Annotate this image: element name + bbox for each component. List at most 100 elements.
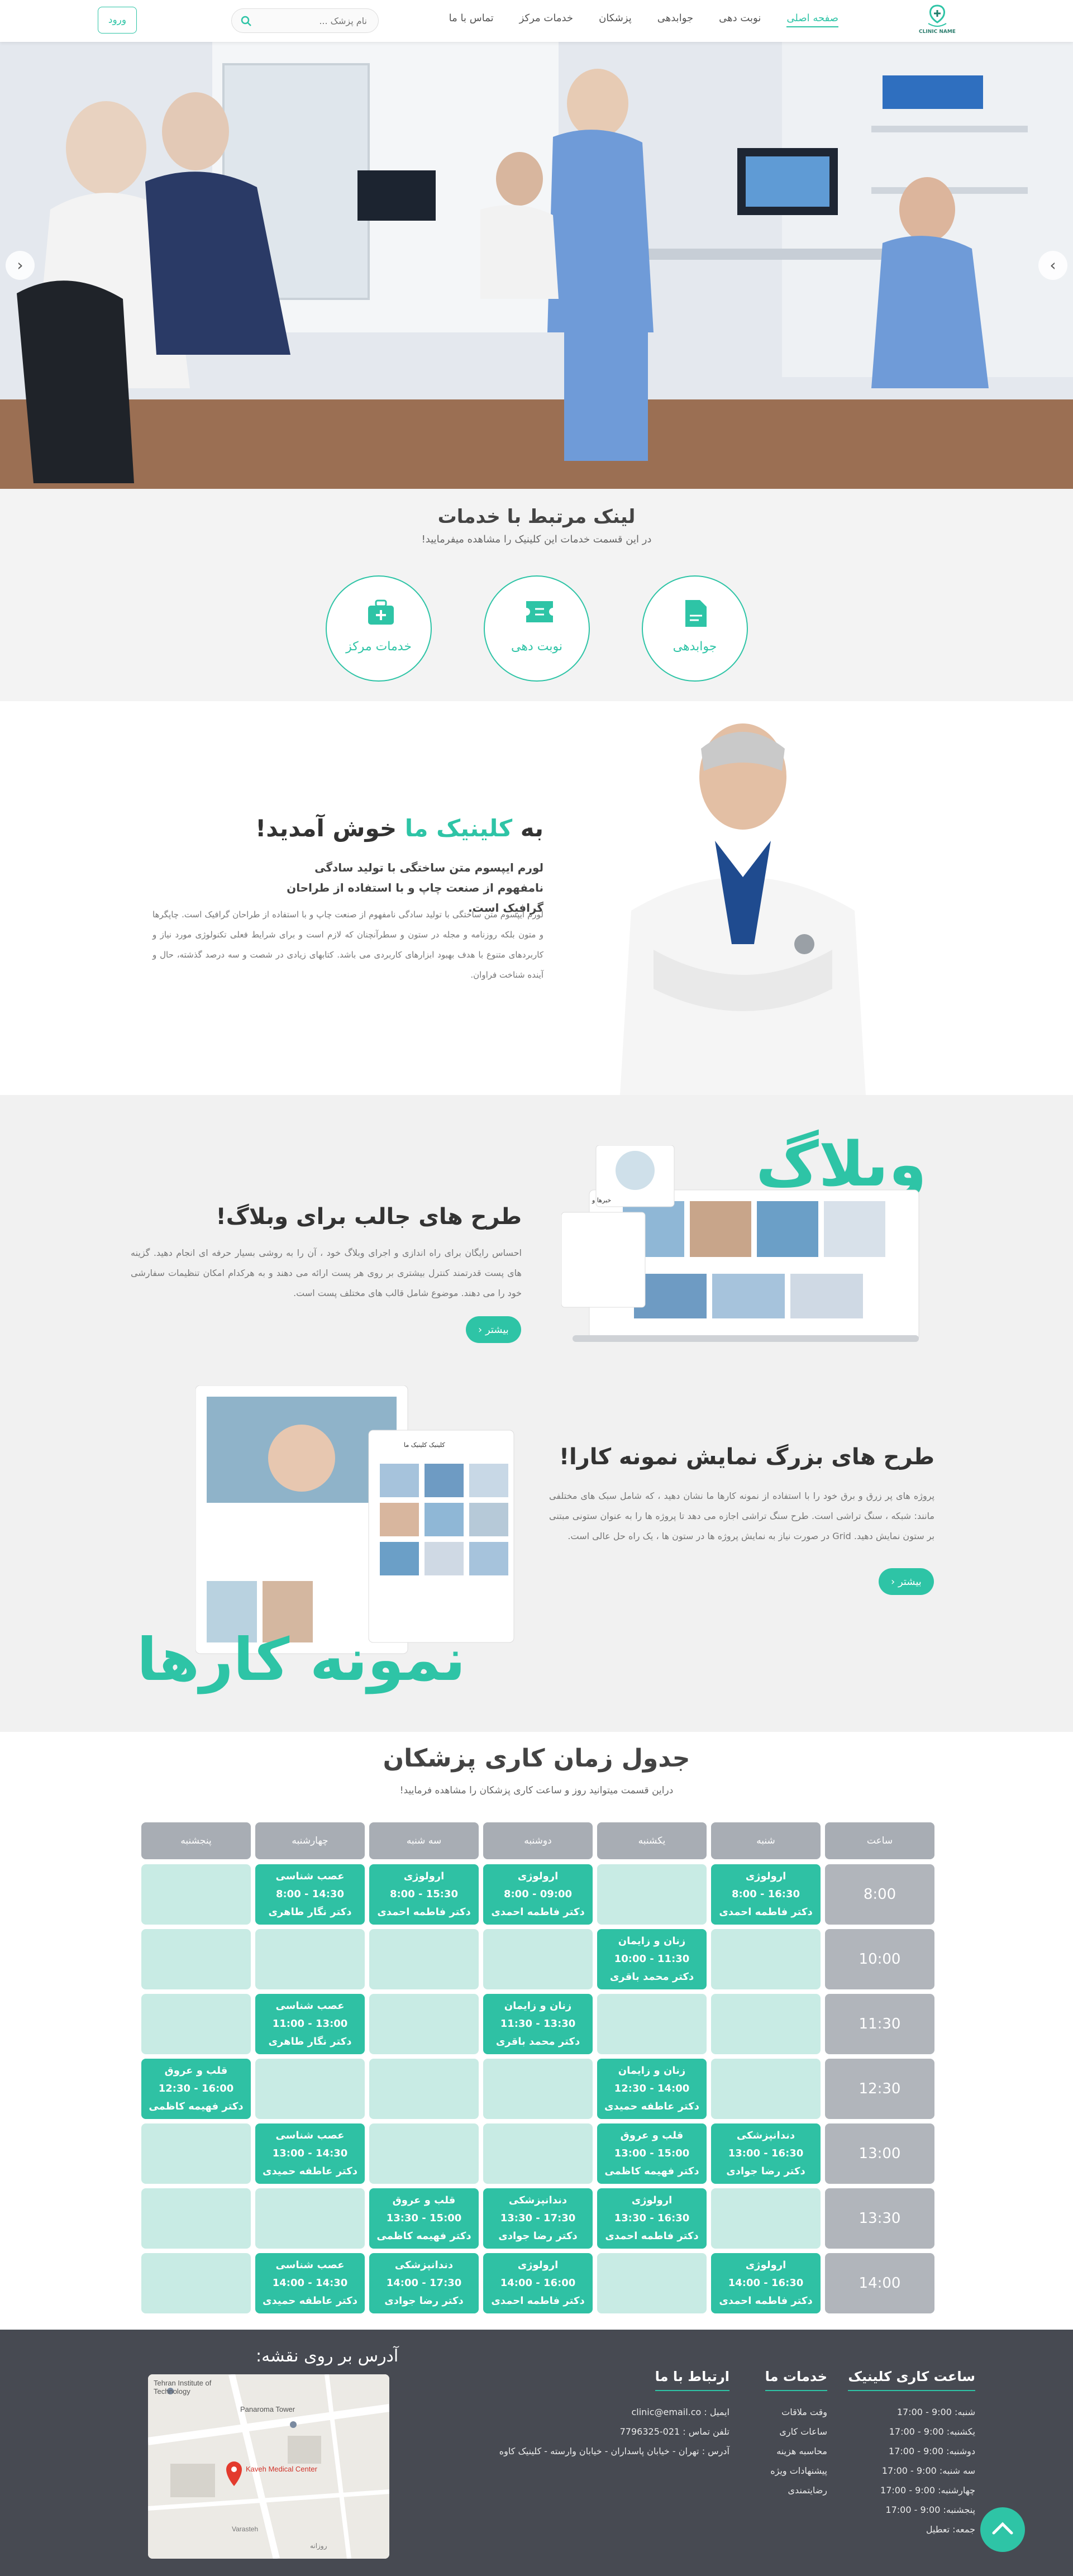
schedule-slot[interactable]: ارولوژی 09:00 - 8:00 دکتر فاطمه احمدی (483, 1864, 593, 1925)
schedule-empty-slot (711, 2059, 821, 2119)
schedule-slot[interactable]: ارولوژی 15:30 - 8:00 دکتر فاطمه احمدی (369, 1864, 479, 1925)
schedule-time-cell: 11:30 (825, 1994, 934, 2054)
portfolio-mock-header: کلینیک کلینیک ما (404, 1441, 445, 1449)
slot-doctor: دکتر فاطمه احمدی (719, 1906, 813, 1918)
nav-appointment[interactable]: نوبت دهی (719, 12, 761, 27)
ticket-icon (526, 601, 553, 622)
schedule-slot[interactable]: قلب و عروق 15:00 - 13:30 دکتر فهیمه کاظمی (369, 2188, 479, 2249)
slot-doctor: دکتر فاطمه احمدی (719, 2295, 813, 2307)
map-label-tower: Panaroma Tower (240, 2405, 295, 2413)
blog-desc: احساس رایگان برای راه اندازی و اجرای وبل… (131, 1247, 522, 1298)
slot-time: 15:00 - 13:00 (614, 2148, 690, 2159)
nav-contact[interactable]: تماس با ما (449, 12, 494, 27)
schedule-empty-slot (255, 2059, 365, 2119)
slot-doctor: دکتر نگار طاهری (268, 2036, 352, 2048)
service-results-card[interactable]: جوابدهی (642, 575, 748, 682)
scroll-to-top-button[interactable] (980, 2507, 1025, 2552)
search-icon[interactable] (241, 16, 252, 27)
slot-time: 14:30 - 14:00 (272, 2277, 348, 2289)
footer-hours-item: جمعه: تعطیل (926, 2524, 975, 2535)
service-appointment-card[interactable]: نوبت دهی (484, 575, 590, 682)
footer-service-link[interactable]: محاسبه هزینه (765, 2441, 827, 2461)
nav-home[interactable]: صفحه اصلی (786, 12, 838, 27)
slot-spec: ارولوژی (517, 1870, 559, 1882)
slot-time: 16:00 - 14:00 (500, 2277, 576, 2289)
nav-doctors[interactable]: پزشکان (599, 12, 632, 27)
footer-address: آدرس : تهران - خیابان پاسداران - خیابان … (499, 2446, 729, 2456)
schedule-slot[interactable]: ارولوژی 16:30 - 13:30 دکتر فاطمه احمدی (597, 2188, 707, 2249)
portfolio-more-button[interactable]: بیشتر ‹ (879, 1568, 934, 1595)
schedule-empty-slot (711, 1994, 821, 2054)
schedule-slot[interactable]: عصب شناسی 13:00 - 11:00 دکتر نگار طاهری (255, 1994, 365, 2054)
header-thursday: پنجشنبه (141, 1822, 251, 1859)
schedule-slot[interactable]: ارولوژی 16:30 - 8:00 دکتر فاطمه احمدی (711, 1864, 821, 1925)
schedule-slot[interactable]: دندانپزشکی 17:30 - 13:30 دکتر رضا جوادی (483, 2188, 593, 2249)
schedule-slot[interactable]: قلب و عروق 16:00 - 12:30 دکتر فهیمه کاظمی (141, 2059, 251, 2119)
schedule-row: 13:30 ارولوژی 16:30 - 13:30 دکتر فاطمه احمد… (137, 2188, 934, 2249)
schedule-slot[interactable]: دندانپزشکی 16:30 - 13:00 دکتر رضا جوادی (711, 2123, 821, 2184)
schedule-slot[interactable]: زنان و زایمان 13:30 - 11:30 دکتر محمد باقر… (483, 1994, 593, 2054)
blog-title: طرح های جالب برای وبلاگ! (216, 1204, 522, 1230)
schedule-empty-slot (141, 1929, 251, 1989)
slot-doctor: دکتر عاطفه حمیدی (604, 2101, 699, 2112)
login-button[interactable]: ورود (98, 7, 137, 34)
schedule-empty-slot (141, 2253, 251, 2313)
header-wednesday: چهارشنبه (255, 1822, 365, 1859)
portfolio-desc: پروژه های پر زرق و برق خود را با استفاده… (549, 1491, 934, 1541)
slot-spec: دندانپزشکی (508, 2194, 568, 2206)
footer-service-link[interactable]: وقت ملاقات (765, 2402, 827, 2422)
features-section: وبلاگ خبرها و طرح های جالب برای وبلاگ! ا… (0, 1095, 1073, 1732)
slider-next-button[interactable]: › (1038, 251, 1067, 280)
footer-service-link[interactable]: ساعات کاری (765, 2422, 827, 2441)
map-marker-label: Kaveh Medical Center (246, 2465, 317, 2473)
clinic-logo[interactable]: CLINIC NAME (918, 3, 957, 38)
navbar: CLINIC NAME صفحه اصلی نوبت دهی جوابدهی پ… (0, 0, 1073, 42)
location-map[interactable]: Tehran Institute of Technology Panaroma … (148, 2374, 389, 2559)
slot-spec: ارولوژی (517, 2259, 559, 2271)
schedule-slot[interactable]: ارولوژی 16:00 - 14:00 دکتر فاطمه احمدی (483, 2253, 593, 2313)
schedule-slot[interactable]: زنان و زایمان 14:00 - 12:30 دکتر عاطفه حمی… (597, 2059, 707, 2119)
map-label-street-fa: روزانه (310, 2542, 327, 2550)
slot-time: 13:30 - 11:30 (500, 2018, 576, 2030)
schedule-slot[interactable]: عصب شناسی 14:30 - 8:00 دکتر نگار طاهری (255, 1864, 365, 1925)
footer-email[interactable]: ایمیل : clinic@email.co (495, 2402, 729, 2422)
schedule-empty-slot (597, 1994, 707, 2054)
slot-time: 14:30 - 8:00 (275, 1888, 345, 1900)
service-center-card[interactable]: خدمات مرکز (326, 575, 432, 682)
slot-time: 13:00 - 11:00 (272, 2018, 348, 2030)
service-results-label: جوابدهی (673, 640, 717, 654)
schedule-slot[interactable]: عصب شناسی 14:30 - 14:00 دکتر عاطفه حمیدی (255, 2253, 365, 2313)
schedule-slot[interactable]: عصب شناسی 14:30 - 13:00 دکتر عاطفه حمیدی (255, 2123, 365, 2184)
schedule-section: جدول زمان کاری پزشکان دراین قسمت میتوانی… (0, 1732, 1073, 2330)
slot-doctor: دکتر فاطمه احمدی (377, 1906, 471, 1918)
header-saturday: شنبه (711, 1822, 821, 1859)
schedule-slot[interactable]: زنان و زایمان 11:30 - 10:00 دکتر محمد باقر… (597, 1929, 707, 1989)
services-section: لینک مرتبط با خدمات در این قسمت خدمات ای… (0, 489, 1073, 701)
welcome-title-accent: کلینیک ما (404, 815, 513, 842)
slider-prev-button[interactable]: ‹ (6, 251, 35, 280)
nav-services[interactable]: خدمات مرکز (519, 12, 573, 27)
schedule-slot[interactable]: ارولوژی 16:30 - 14:00 دکتر فاطمه احمدی (711, 2253, 821, 2313)
schedule-slot[interactable]: دندانپزشکی 17:30 - 14:00 دکتر رضا جوادی (369, 2253, 479, 2313)
schedule-subtitle: دراین قسمت میتوانید روز و ساعت کاری پزشک… (399, 1785, 674, 1796)
welcome-title: به کلینیک ما خوش آمدید! (255, 815, 543, 842)
search-input[interactable] (232, 9, 378, 32)
footer-service-link[interactable]: رضایتمندی (765, 2480, 827, 2500)
schedule-empty-slot (369, 2123, 479, 2184)
footer-phone[interactable]: تلفن تماس : 021-7796325 (495, 2422, 729, 2441)
chevron-up-icon (992, 2522, 1013, 2535)
slot-doctor: دکتر رضا جوادی (498, 2230, 578, 2242)
slot-time: 17:30 - 13:30 (500, 2212, 576, 2224)
slot-spec: دندانپزشکی (736, 2130, 795, 2141)
slot-spec: ارولوژی (745, 1870, 786, 1882)
nav-results[interactable]: جوابدهی (657, 12, 693, 27)
footer-service-link[interactable]: پیشنهادات ویژه (765, 2461, 827, 2480)
slot-time: 14:30 - 13:00 (272, 2148, 348, 2159)
portfolio-title: طرح های بزرگ نمایش نمونه کارا! (559, 1444, 934, 1470)
schedule-time-cell: 14:00 (825, 2253, 934, 2313)
chevron-left-icon: ‹ (478, 1323, 483, 1336)
schedule-empty-slot (483, 1929, 593, 1989)
footer-services: خدمات ما وقت ملاقات ساعات کاری محاسبه هز… (765, 2369, 827, 2500)
schedule-slot[interactable]: قلب و عروق 15:00 - 13:00 دکتر فهیمه کاظمی (597, 2123, 707, 2184)
blog-more-button[interactable]: بیشتر ‹ (466, 1316, 521, 1343)
